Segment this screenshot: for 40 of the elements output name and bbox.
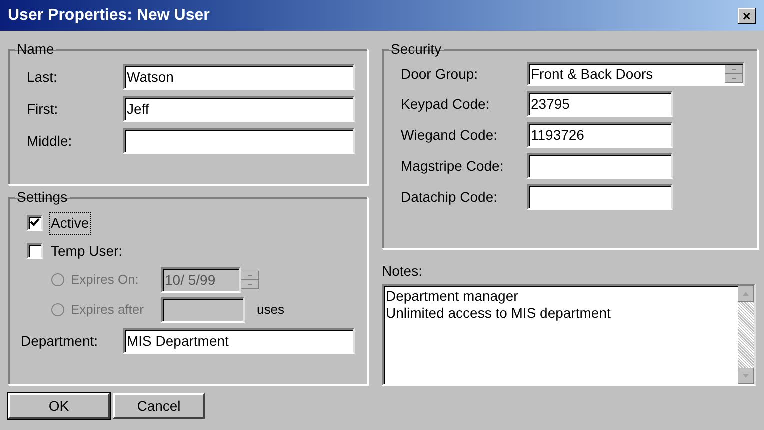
- group-label: Security: [390, 40, 443, 59]
- checkbox[interactable]: [27, 215, 43, 231]
- field-label: Wiegand Code:: [400, 126, 499, 145]
- code-field[interactable]: 23795: [527, 91, 673, 117]
- field-label: First:: [26, 100, 60, 118]
- notes-field[interactable]: Department manager Unlimited access to MIS department: [382, 284, 756, 386]
- text-field[interactable]: Watson: [123, 64, 355, 90]
- field-label: Department:: [21, 332, 100, 351]
- door-group-spinner[interactable]: Front & Back Doors: [527, 62, 745, 86]
- checkbox[interactable]: [27, 243, 43, 259]
- group-label: Settings: [16, 188, 69, 207]
- dialog-button[interactable]: Cancel: [113, 393, 205, 419]
- scroll-up-icon[interactable]: [738, 286, 754, 302]
- radio-label: Expires On:: [71, 271, 140, 290]
- department-field[interactable]: MIS Department: [123, 328, 355, 354]
- field-label: Door Group:: [400, 64, 480, 84]
- notes-label: Notes:: [382, 262, 424, 281]
- checkbox-label: Active: [49, 212, 92, 234]
- radio-label: Expires after: [71, 301, 145, 320]
- field-label: Datachip Code:: [400, 188, 499, 207]
- window-title: User Properties: New User: [8, 6, 210, 26]
- code-field[interactable]: 1193726: [527, 122, 673, 148]
- close-button[interactable]: ×: [738, 8, 756, 24]
- field-label: Middle:: [26, 132, 74, 150]
- checkbox-label: Temp User:: [50, 242, 124, 261]
- spin-icon[interactable]: [241, 271, 259, 289]
- scroll-down-icon[interactable]: [738, 368, 754, 384]
- field-label: Keypad Code:: [400, 94, 491, 114]
- group-label: Name: [16, 40, 56, 59]
- check-icon: [30, 218, 40, 228]
- field-label: Last:: [26, 68, 58, 86]
- field-label: Magstripe Code:: [400, 156, 505, 176]
- dialog-button[interactable]: OK: [8, 393, 110, 419]
- code-field[interactable]: [527, 153, 673, 179]
- spin-icon[interactable]: [725, 65, 743, 83]
- uses-label: uses: [256, 301, 284, 320]
- text-field[interactable]: [123, 128, 355, 154]
- text-field[interactable]: Jeff: [123, 96, 355, 122]
- code-field[interactable]: [527, 184, 673, 210]
- scrollbar[interactable]: [738, 286, 754, 384]
